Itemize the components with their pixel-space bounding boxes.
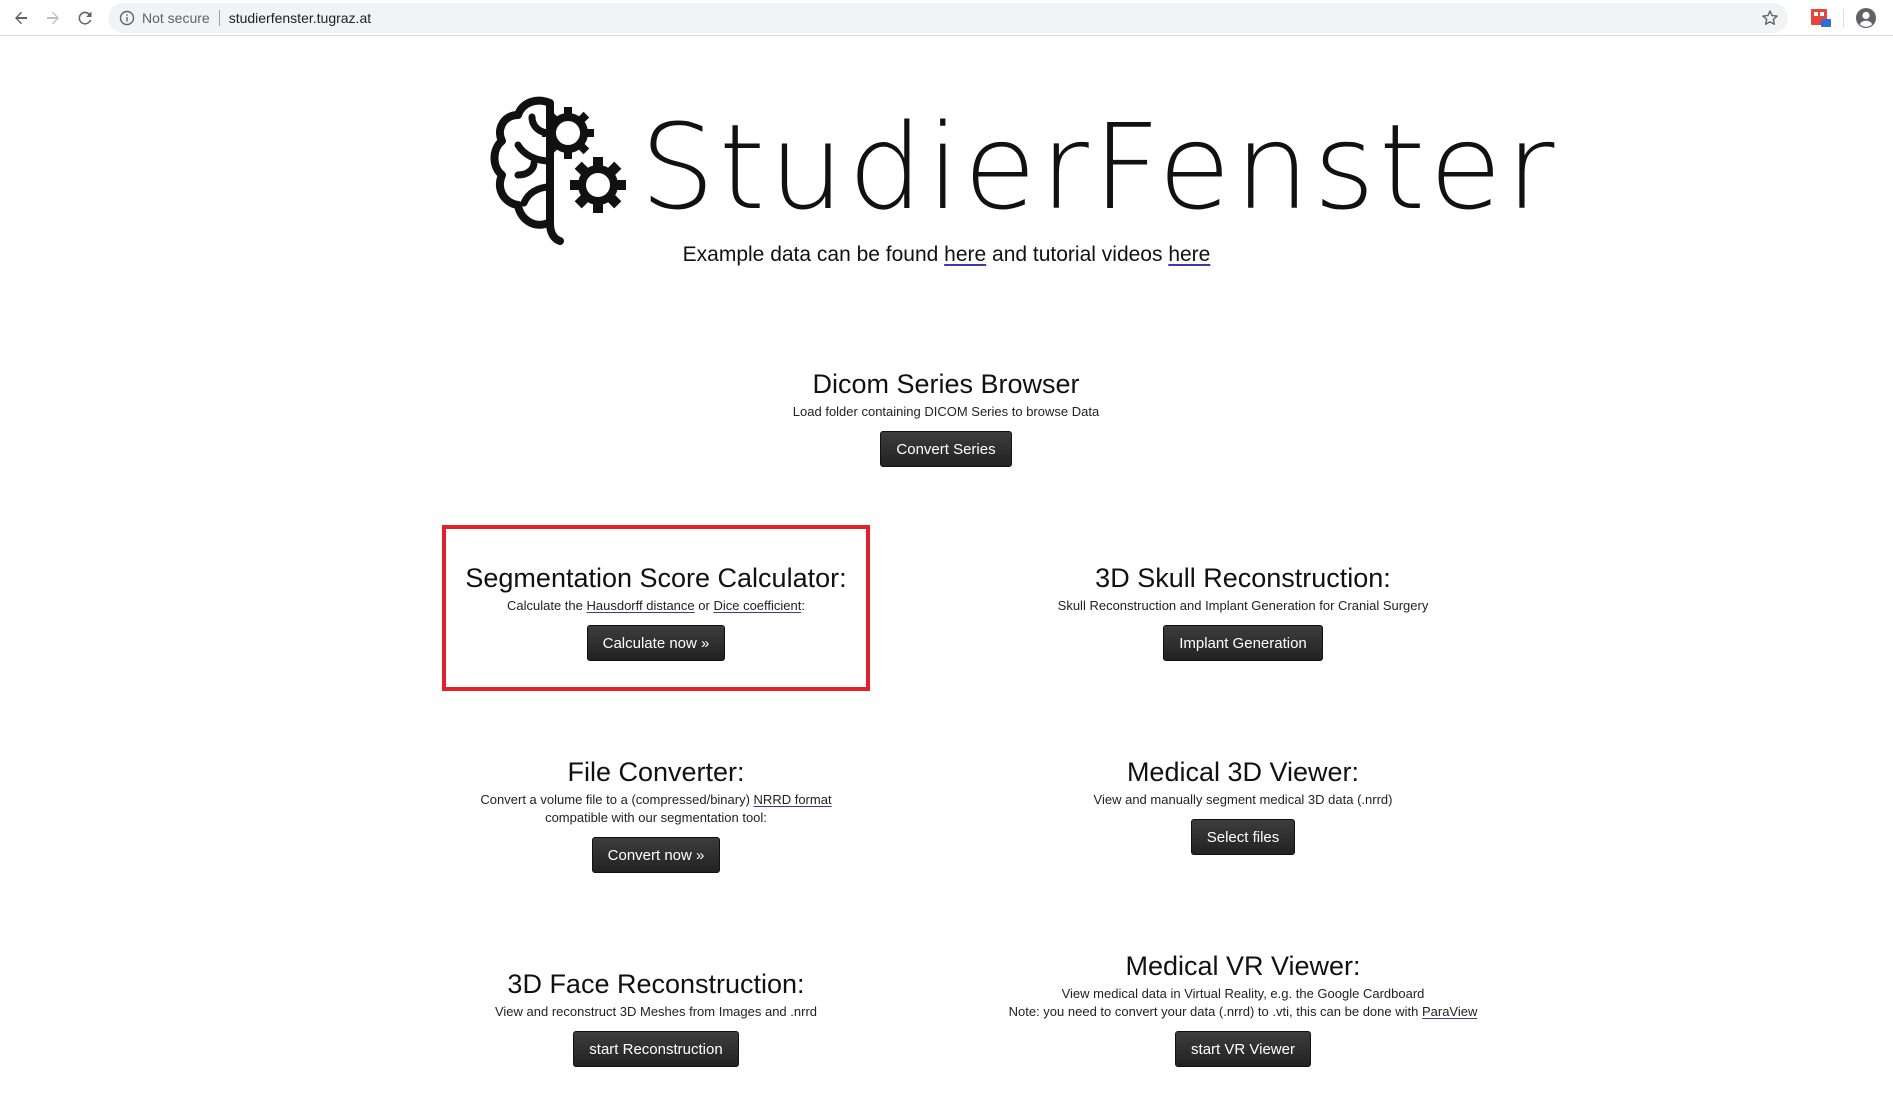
brain-gear-logo-icon	[490, 96, 626, 245]
vr-title: Medical VR Viewer:	[1125, 951, 1361, 981]
viewer3d-section: Medical 3D Viewer: View and manually seg…	[1018, 757, 1468, 855]
forward-arrow-icon[interactable]	[40, 5, 66, 31]
convert-now-button[interactable]: Convert now »	[591, 837, 721, 873]
segmentation-title: Segmentation Score Calculator:	[465, 563, 847, 593]
converter-desc-prefix: Convert a volume file to a (compressed/b…	[480, 792, 754, 807]
address-bar[interactable]: Not secure studierfenster.tugraz.at	[108, 3, 1788, 33]
segmentation-desc-suffix: :	[801, 598, 805, 613]
toolbar-divider	[1843, 9, 1844, 27]
dicom-section: Dicom Series Browser Load folder contain…	[696, 369, 1196, 467]
start-vr-viewer-button[interactable]: start VR Viewer	[1175, 1031, 1311, 1067]
converter-title: File Converter:	[567, 757, 745, 787]
address-separator	[218, 10, 220, 26]
intro-middle: and tutorial videos	[986, 243, 1169, 266]
face-title: 3D Face Reconstruction:	[507, 969, 805, 999]
logo-wordmark: StudierFenster	[640, 98, 1559, 236]
vr-desc-line2: Note: you need to convert your data (.nr…	[1008, 1004, 1422, 1019]
start-reconstruction-button[interactable]: start Reconstruction	[573, 1031, 739, 1067]
tutorial-videos-link[interactable]: here	[1168, 243, 1210, 266]
implant-generation-button[interactable]: Implant Generation	[1163, 625, 1323, 661]
back-arrow-icon[interactable]	[8, 5, 34, 31]
segmentation-desc-prefix: Calculate the	[506, 598, 587, 613]
vr-desc-line1: View medical data in Virtual Reality, e.…	[1061, 986, 1425, 1001]
hausdorff-distance-link[interactable]: Hausdorff distance	[586, 598, 694, 613]
segmentation-desc: Calculate the Hausdorff distance or Dice…	[446, 597, 866, 615]
vr-section: Medical VR Viewer: View medical data in …	[968, 951, 1518, 1067]
converter-desc-line2: compatible with our segmentation tool:	[545, 810, 767, 825]
security-label[interactable]: Not secure	[142, 10, 210, 26]
skull-desc: Skull Reconstruction and Implant Generat…	[1057, 598, 1429, 613]
nrrd-format-link[interactable]: NRRD format	[754, 792, 832, 807]
convert-series-button[interactable]: Convert Series	[880, 431, 1012, 467]
skull-section: 3D Skull Reconstruction: Skull Reconstru…	[1018, 563, 1468, 661]
face-section: 3D Face Reconstruction: View and reconst…	[446, 969, 866, 1067]
profile-avatar-icon[interactable]	[1855, 7, 1877, 29]
converter-section: File Converter: Convert a volume file to…	[446, 757, 866, 873]
vr-desc: View medical data in Virtual Reality, e.…	[968, 985, 1518, 1021]
converter-desc: Convert a volume file to a (compressed/b…	[446, 791, 866, 827]
intro-prefix: Example data can be found	[682, 243, 945, 266]
viewer3d-desc: View and manually segment medical 3D dat…	[1093, 792, 1393, 807]
viewer3d-title: Medical 3D Viewer:	[1126, 757, 1360, 787]
browser-toolbar: Not secure studierfenster.tugraz.at	[0, 0, 1893, 36]
dice-coefficient-link[interactable]: Dice coefficient	[713, 598, 801, 613]
intro-text: Example data can be found here and tutor…	[0, 243, 1893, 267]
reload-icon[interactable]	[72, 5, 98, 31]
dicom-desc: Load folder containing DICOM Series to b…	[792, 404, 1100, 419]
url-text[interactable]: studierfenster.tugraz.at	[229, 10, 371, 26]
skull-title: 3D Skull Reconstruction:	[1095, 563, 1391, 593]
dicom-title: Dicom Series Browser	[812, 369, 1080, 399]
segmentation-desc-or: or	[694, 598, 714, 613]
extension-icon[interactable]	[1810, 7, 1832, 29]
paraview-link[interactable]: ParaView	[1422, 1004, 1477, 1019]
info-icon[interactable]	[118, 9, 136, 27]
bookmark-star-icon[interactable]	[1760, 8, 1780, 28]
face-desc: View and reconstruct 3D Meshes from Imag…	[494, 1004, 818, 1019]
select-files-button[interactable]: Select files	[1190, 819, 1296, 855]
example-data-link[interactable]: here	[944, 243, 986, 266]
page-content: StudierFenster Example data can be found…	[0, 37, 1893, 1098]
site-logo[interactable]: StudierFenster	[488, 95, 1554, 255]
calculate-now-button[interactable]: Calculate now »	[586, 625, 726, 661]
segmentation-section: Segmentation Score Calculator: Calculate…	[446, 563, 866, 661]
